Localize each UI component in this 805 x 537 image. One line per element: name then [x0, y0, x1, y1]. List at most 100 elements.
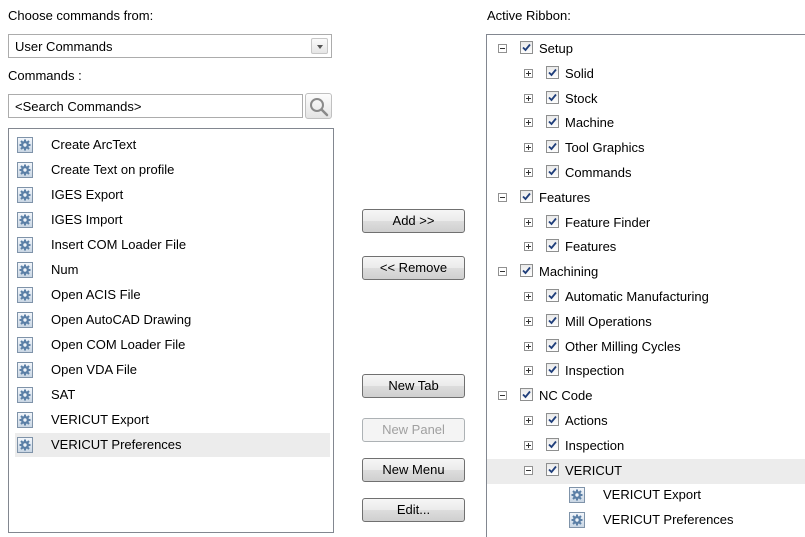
- tree-node-checkbox[interactable]: [546, 338, 559, 352]
- list-item[interactable]: Open COM Loader File: [15, 333, 330, 357]
- list-item[interactable]: Open VDA File: [15, 358, 330, 382]
- new-panel-button[interactable]: New Panel: [362, 418, 465, 442]
- tree-node-checkbox[interactable]: [546, 165, 559, 178]
- tree-node[interactable]: Setup: [487, 37, 805, 62]
- list-item[interactable]: IGES Export: [15, 183, 330, 207]
- list-item-label: Num: [51, 262, 79, 277]
- expand-icon[interactable]: [524, 143, 533, 153]
- list-item-label: Open AutoCAD Drawing: [51, 312, 192, 327]
- list-item-label: VERICUT Export: [51, 412, 150, 427]
- tree-node-label: Solid: [565, 65, 594, 81]
- expand-icon[interactable]: [524, 416, 533, 425]
- list-item-label: SAT: [51, 387, 76, 402]
- tree-node-checkbox[interactable]: [546, 115, 559, 129]
- add-button[interactable]: Add >>: [362, 209, 465, 233]
- expand-icon[interactable]: [524, 168, 533, 177]
- tree-node[interactable]: Feature Finder: [487, 211, 805, 236]
- search-commands-input[interactable]: <Search Commands>: [8, 94, 303, 118]
- list-item[interactable]: SAT: [15, 383, 330, 407]
- tree-node-label: Automatic Manufacturing: [565, 289, 709, 304]
- tree-node-checkbox[interactable]: [520, 189, 533, 203]
- choose-commands-label: Choose commands from:: [8, 8, 154, 23]
- tree-node[interactable]: VERICUT Preferences: [487, 508, 805, 533]
- collapse-icon[interactable]: [498, 44, 507, 53]
- list-item[interactable]: Create ArcText: [15, 133, 330, 157]
- tree-node[interactable]: Mill Operations: [487, 310, 805, 335]
- list-item[interactable]: IGES Import: [15, 208, 330, 232]
- chevron-down-icon[interactable]: [311, 38, 328, 54]
- commands-list[interactable]: Create ArcText Create Text on profile IGES…: [8, 128, 334, 533]
- gear-icon: [17, 212, 33, 228]
- tree-node-checkbox[interactable]: [546, 239, 559, 253]
- tree-node-checkbox[interactable]: [546, 413, 559, 426]
- expand-icon[interactable]: [524, 242, 533, 252]
- list-item-label: Create Text on profile: [51, 162, 175, 177]
- list-item[interactable]: Open AutoCAD Drawing: [15, 308, 330, 332]
- search-button[interactable]: [305, 93, 332, 119]
- remove-button[interactable]: << Remove: [362, 256, 465, 280]
- tree-node-checkbox[interactable]: [546, 363, 559, 377]
- collapse-icon[interactable]: [498, 391, 507, 401]
- expand-icon[interactable]: [524, 217, 533, 227]
- tree-node[interactable]: NC Code: [487, 384, 805, 409]
- active-ribbon-tree[interactable]: Setup Solid Stock Machine Tool Graphics Comma…: [486, 34, 805, 537]
- list-item-label: Create ArcText: [51, 137, 137, 152]
- list-item-label: IGES Import: [51, 212, 123, 227]
- command-source-dropdown[interactable]: User Commands: [8, 34, 332, 58]
- tree-node-label: Machining: [539, 264, 599, 280]
- expand-icon[interactable]: [524, 292, 533, 301]
- list-item[interactable]: Num: [15, 258, 330, 282]
- tree-node-checkbox[interactable]: [546, 437, 559, 451]
- tree-node[interactable]: Tool Graphics: [487, 136, 805, 161]
- tree-node-checkbox[interactable]: [546, 462, 559, 476]
- collapse-icon[interactable]: [498, 192, 507, 202]
- list-item[interactable]: Insert COM Loader File: [15, 233, 330, 257]
- tree-node-label: Machine: [565, 115, 615, 131]
- gear-icon: [17, 187, 33, 203]
- tree-node[interactable]: VERICUT Export: [487, 483, 805, 508]
- tree-node[interactable]: Commands: [487, 161, 805, 186]
- tree-node[interactable]: Features: [487, 186, 805, 211]
- tree-node-checkbox[interactable]: [546, 140, 559, 154]
- expand-icon[interactable]: [524, 440, 533, 450]
- list-item[interactable]: Open ACIS File: [15, 283, 330, 307]
- list-item[interactable]: VERICUT Preferences: [15, 433, 330, 457]
- gear-icon: [17, 162, 33, 178]
- collapse-icon[interactable]: [498, 267, 507, 277]
- tree-node-checkbox[interactable]: [546, 289, 559, 302]
- edit-button[interactable]: Edit...: [362, 498, 465, 522]
- tree-node-checkbox[interactable]: [546, 313, 559, 327]
- expand-icon[interactable]: [524, 316, 533, 326]
- expand-icon[interactable]: [524, 118, 533, 128]
- tree-node-checkbox[interactable]: [546, 214, 559, 228]
- tree-node-checkbox[interactable]: [546, 65, 559, 79]
- tree-node-checkbox[interactable]: [520, 388, 533, 402]
- tree-node[interactable]: Stock: [487, 87, 805, 112]
- tree-node[interactable]: Machine: [487, 111, 805, 136]
- tree-node[interactable]: Actions: [487, 409, 805, 434]
- tree-node[interactable]: Other Milling Cycles: [487, 335, 805, 360]
- command-source-value: User Commands: [15, 39, 113, 54]
- collapse-icon[interactable]: [524, 465, 533, 475]
- tree-node[interactable]: Features: [487, 235, 805, 260]
- tree-node[interactable]: Solid: [487, 62, 805, 87]
- new-tab-button[interactable]: New Tab: [362, 374, 465, 398]
- expand-icon[interactable]: [524, 68, 533, 78]
- tree-node-label: VERICUT Preferences: [603, 512, 734, 528]
- tree-node[interactable]: Inspection: [487, 434, 805, 459]
- tree-node-checkbox[interactable]: [546, 90, 559, 104]
- expand-icon[interactable]: [524, 341, 533, 351]
- tree-node-checkbox[interactable]: [520, 264, 533, 278]
- tree-node[interactable]: Automatic Manufacturing: [487, 285, 805, 310]
- expand-icon[interactable]: [524, 366, 533, 376]
- search-icon: [310, 98, 329, 117]
- list-item[interactable]: VERICUT Export: [15, 408, 330, 432]
- expand-icon[interactable]: [524, 93, 533, 103]
- tree-node[interactable]: Machining: [487, 260, 805, 285]
- gear-icon: [17, 437, 33, 453]
- new-menu-button[interactable]: New Menu: [362, 458, 465, 482]
- list-item[interactable]: Create Text on profile: [15, 158, 330, 182]
- tree-node-checkbox[interactable]: [520, 41, 533, 54]
- tree-node[interactable]: VERICUT: [487, 458, 805, 484]
- tree-node[interactable]: Inspection: [487, 359, 805, 384]
